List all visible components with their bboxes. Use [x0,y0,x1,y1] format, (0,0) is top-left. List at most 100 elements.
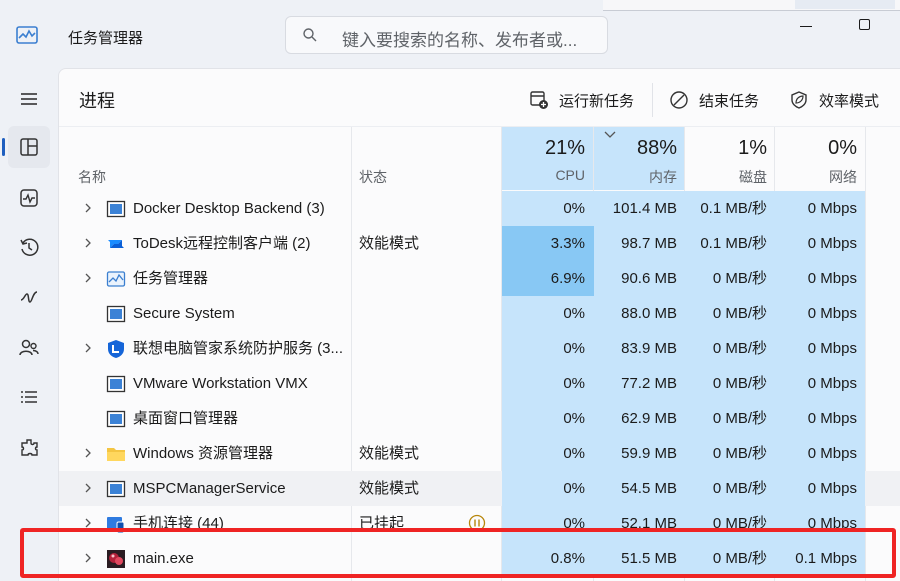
cpu-column-label[interactable]: CPU [502,167,585,183]
process-disk: 0 MB/秒 [685,331,775,366]
cpu-percent[interactable]: 21% [502,137,585,160]
process-name: 任务管理器 [133,270,209,287]
process-memory: 59.9 MB [594,436,685,471]
process-network: 0 Mbps [775,401,865,436]
disk-percent[interactable]: 1% [685,137,767,160]
end-task-label: 结束任务 [699,92,760,110]
table-row[interactable]: Docker Desktop Backend (3) 0% 101.4 MB 0… [59,191,900,226]
app-title: 任务管理器 [68,30,144,47]
process-memory: 88.0 MB [594,296,685,331]
process-name: MSPCManagerService [133,480,286,497]
expand-chevron-icon[interactable] [83,343,93,353]
process-memory: 83.9 MB [594,331,685,366]
nav-users[interactable] [8,327,50,369]
process-network: 0 Mbps [775,366,865,401]
network-column-label[interactable]: 网络 [775,167,857,187]
expand-chevron-icon[interactable] [83,518,93,528]
network-percent[interactable]: 0% [775,137,857,160]
table-row[interactable]: ToDesk远程控制客户端 (2) 效能模式 3.3% 98.7 MB 0.1 … [59,226,900,261]
process-disk: 0.1 MB/秒 [685,191,775,226]
run-new-task-button[interactable]: 运行新任务 [529,86,634,114]
navigation-sidebar [0,68,58,581]
disk-column-label[interactable]: 磁盘 [685,167,767,187]
process-memory: 98.7 MB [594,226,685,261]
expand-chevron-icon[interactable] [83,448,93,458]
process-name: VMware Workstation VMX [133,375,308,392]
run-new-task-icon [530,91,548,109]
process-name: ToDesk远程控制客户端 (2) [133,235,311,252]
nav-app-history[interactable] [8,226,50,268]
end-task-icon [670,91,688,109]
process-network: 0 Mbps [775,226,865,261]
folder-icon [107,448,125,461]
processes-panel: 进程 运行新任务 结束任务 效率模式 名称 状态 21% CPU 88% 内存 … [58,68,900,581]
table-row[interactable]: Windows 资源管理器 效能模式 0% 59.9 MB 0 MB/秒 0 M… [59,436,900,471]
process-memory: 101.4 MB [594,191,685,226]
background-window-strip [603,0,900,11]
table-row[interactable]: 联想电脑管家系统防护服务 (3... 0% 83.9 MB 0 MB/秒 0 M… [59,331,900,366]
process-memory: 77.2 MB [594,366,685,401]
startup-apps-icon [20,291,38,303]
process-status: 效能模式 [359,445,420,462]
nav-startup-apps[interactable] [8,276,50,318]
processes-icon [20,138,38,156]
table-row[interactable]: 桌面窗口管理器 0% 62.9 MB 0 MB/秒 0 Mbps [59,401,900,436]
end-task-button[interactable]: 结束任务 [669,86,759,114]
window-app-icon [106,375,126,393]
process-network: 0 Mbps [775,436,865,471]
hamburger-menu-button[interactable] [8,78,50,120]
nav-services[interactable] [8,427,50,469]
process-network: 0 Mbps [775,471,865,506]
todesk-icon [108,240,124,248]
table-row[interactable]: Secure System 0% 88.0 MB 0 MB/秒 0 Mbps [59,296,900,331]
process-disk: 0 MB/秒 [685,366,775,401]
table-row[interactable]: 任务管理器 6.9% 90.6 MB 0 MB/秒 0 Mbps [59,261,900,296]
run-new-task-label: 运行新任务 [559,92,635,110]
minimize-icon[interactable] [800,26,812,27]
efficiency-mode-button[interactable]: 效率模式 [789,86,879,114]
table-row[interactable]: MSPCManagerService 效能模式 0% 54.5 MB 0 MB/… [59,471,900,506]
process-name: Windows 资源管理器 [133,445,274,462]
efficiency-mode-icon [791,91,807,109]
process-name: 联想电脑管家系统防护服务 (3... [133,340,344,357]
process-name: Docker Desktop Backend (3) [133,200,325,217]
process-memory: 62.9 MB [594,401,685,436]
process-network: 0 Mbps [775,191,865,226]
page-title: 进程 [79,91,115,111]
task-manager-icon [106,271,126,287]
process-cpu: 0% [502,366,594,401]
process-cpu: 0% [502,436,594,471]
nav-details[interactable] [8,376,50,418]
search-box[interactable]: 键入要搜索的名称、发布者或... [285,16,608,54]
nav-performance[interactable] [8,177,50,219]
process-cpu: 0% [502,296,594,331]
nav-processes[interactable] [2,126,50,168]
column-header-status[interactable]: 状态 [359,167,387,187]
process-name: 桌面窗口管理器 [133,410,239,427]
performance-icon [20,189,38,207]
lenovo-shield-icon [108,340,124,358]
window-app-icon [106,305,126,323]
expand-chevron-icon[interactable] [83,203,93,213]
table-row[interactable]: VMware Workstation VMX 0% 77.2 MB 0 MB/秒… [59,366,900,401]
window-app-icon [106,200,126,218]
app-history-icon [20,238,39,256]
hamburger-menu-icon [21,93,37,105]
process-disk: 0 MB/秒 [685,261,775,296]
process-memory: 54.5 MB [594,471,685,506]
process-disk: 0 MB/秒 [685,296,775,331]
process-cpu: 0% [502,401,594,436]
expand-chevron-icon[interactable] [83,483,93,493]
expand-chevron-icon[interactable] [83,238,93,248]
highlight-box [20,528,896,578]
process-cpu: 3.3% [502,226,594,261]
window-app-icon [106,410,126,428]
memory-percent[interactable]: 88% [594,137,677,160]
maximize-icon[interactable] [859,19,870,30]
expand-chevron-icon[interactable] [83,273,93,283]
active-indicator [2,138,5,156]
process-network: 0 Mbps [775,296,865,331]
search-placeholder: 键入要搜索的名称、发布者或... [342,31,578,50]
column-header-name[interactable]: 名称 [78,167,106,187]
memory-column-label[interactable]: 内存 [594,167,677,187]
